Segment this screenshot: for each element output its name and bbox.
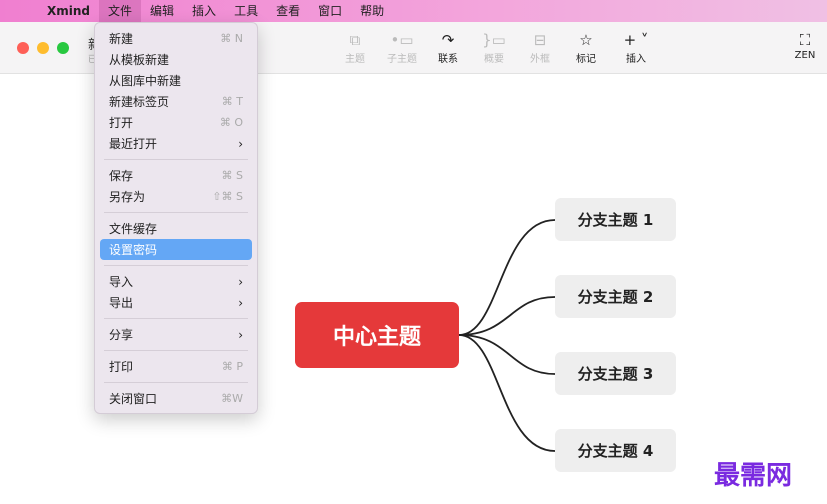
menu-item-close-window[interactable]: 关闭窗口⌘W [100,388,252,409]
menu-item-new-from-gallery[interactable]: 从图库中新建 [100,70,252,91]
menu-separator [104,212,248,213]
chevron-right-icon: › [238,328,243,342]
chevron-right-icon: › [238,275,243,289]
menu-item-save-as[interactable]: 另存为⇧⌘ S [100,186,252,207]
menu-separator [104,382,248,383]
central-topic[interactable]: 中心主题 [295,302,459,368]
menu-item-import[interactable]: 导入› [100,271,252,292]
branch-topic-4[interactable]: 分支主题 4 [555,429,676,472]
menu-item-open[interactable]: 打开⌘ O [100,112,252,133]
menu-item-set-password[interactable]: 设置密码 [100,239,252,260]
chevron-right-icon: › [238,296,243,310]
menu-item-print[interactable]: 打印⌘ P [100,356,252,377]
menu-item-file-cache[interactable]: 文件缓存 [100,218,252,239]
branch-topic-1[interactable]: 分支主题 1 [555,198,676,241]
menu-item-new-from-template[interactable]: 从模板新建 [100,49,252,70]
menu-item-new[interactable]: 新建⌘ N [100,28,252,49]
menu-separator [104,159,248,160]
branch-topic-2[interactable]: 分支主题 2 [555,275,676,318]
menu-item-share[interactable]: 分享› [100,324,252,345]
branch-topic-3[interactable]: 分支主题 3 [555,352,676,395]
menu-item-save[interactable]: 保存⌘ S [100,165,252,186]
menu-separator [104,350,248,351]
file-menu-dropdown: 新建⌘ N 从模板新建 从图库中新建 新建标签页⌘ T 打开⌘ O 最近打开› … [94,22,258,414]
watermark: 最需网 [714,455,792,492]
menu-separator [104,318,248,319]
menu-separator [104,265,248,266]
menu-item-new-tab[interactable]: 新建标签页⌘ T [100,91,252,112]
chevron-right-icon: › [238,137,243,151]
menu-item-recent[interactable]: 最近打开› [100,133,252,154]
menu-item-export[interactable]: 导出› [100,292,252,313]
